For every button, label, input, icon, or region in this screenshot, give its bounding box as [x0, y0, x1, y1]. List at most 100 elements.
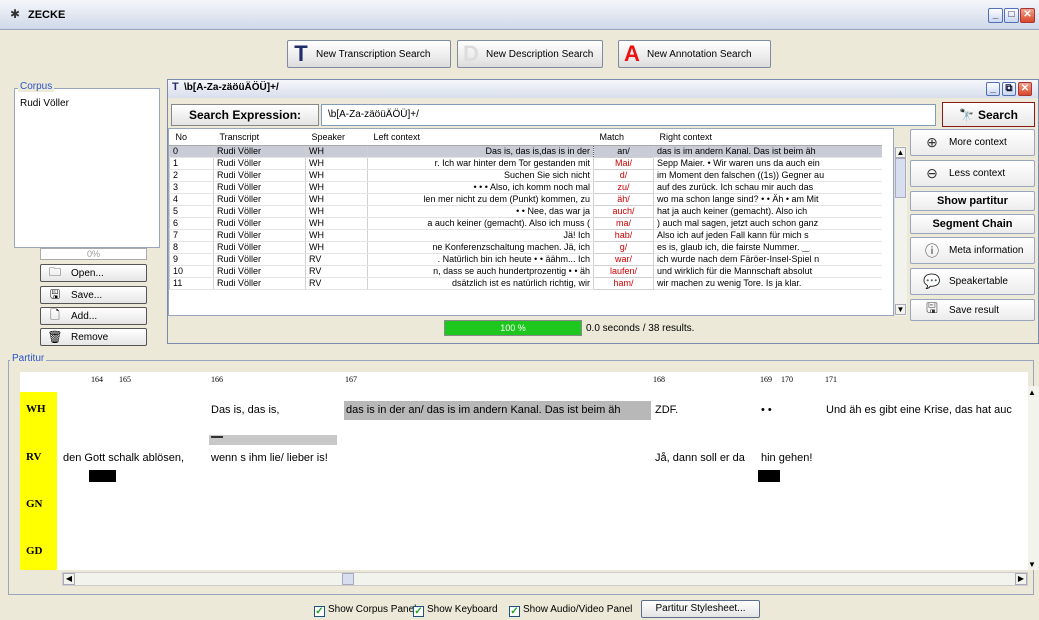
new-annotation-search-button[interactable]: A New Annotation Search [618, 40, 771, 68]
open-button[interactable]: 🗀 Open... [40, 264, 147, 282]
less-context-button[interactable]: ⊖ Less context [910, 160, 1035, 187]
table-row[interactable]: 1 Rudi Völler WH r. Ich war hinter dem Tor … [169, 156, 882, 170]
table-row[interactable]: 5 Rudi Völler WH • • Nee, das war ja auch/ha… [169, 204, 882, 218]
save-result-button[interactable]: 🖫 Save result [910, 299, 1035, 321]
speaker-label-wh[interactable]: WH [26, 403, 46, 415]
table-row[interactable]: 11 Rudi Völler RV dsätzlich ist es natürlic… [169, 276, 882, 290]
table-row[interactable]: 8 Rudi Völler WH ne Konferenzschaltung mach… [169, 240, 882, 254]
cell-no: 1 [169, 157, 214, 170]
scroll-thumb[interactable] [895, 158, 906, 198]
cell-transcript: Rudi Völler [213, 265, 306, 278]
cell-speaker: RV [305, 253, 368, 266]
partitur-segment-highlighted[interactable]: das is in der an/ das is im andern Kanal… [344, 401, 651, 420]
show-av-panel-checkbox[interactable]: ✓ Show Audio/Video Panel [509, 604, 632, 617]
close-icon[interactable]: ✕ [1020, 8, 1035, 23]
table-row[interactable]: 2 Rudi Völler WH Suchen Sie sich nicht d/im … [169, 168, 882, 182]
meta-information-button[interactable]: ⓘ Meta information [910, 237, 1035, 264]
scroll-left-icon[interactable]: ◀ [63, 573, 75, 585]
annotation-mark [211, 436, 223, 438]
show-keyboard-label: Show Keyboard [427, 604, 498, 615]
disk-icon: 🖫 [926, 300, 938, 316]
search-button[interactable]: 🔭 Search [942, 102, 1035, 127]
table-row[interactable]: 4 Rudi Völler WH len mer nicht zu dem (Punk… [169, 192, 882, 206]
scroll-up-icon[interactable]: ▲ [895, 147, 906, 158]
partitur-segment[interactable]: wenn s ihm lie/ lieber is! [211, 452, 328, 464]
cell-no: 0 [169, 145, 214, 158]
checkbox-checked-icon: ✓ [413, 606, 424, 617]
remove-button[interactable]: 🗑 Remove [40, 328, 147, 346]
column-header[interactable]: Match [593, 129, 654, 146]
timeline-tick: 169 [760, 375, 772, 384]
minimize-icon[interactable]: _ [988, 8, 1003, 23]
info-icon: ⓘ [925, 242, 939, 259]
search-minimize-icon[interactable]: _ [986, 82, 1000, 96]
partitur-segment[interactable]: Und äh es gibt eine Krise, das hat auc [826, 404, 1028, 416]
speaker-label-gd[interactable]: GD [26, 545, 43, 557]
partitur-segment[interactable]: ZDF. [655, 404, 678, 416]
table-row[interactable]: 6 Rudi Völler WH a auch keiner (gemacht). A… [169, 216, 882, 230]
partitur-vscrollbar[interactable] [1028, 386, 1039, 570]
scroll-up-icon[interactable]: ▲ [1028, 388, 1036, 397]
cell-left-context: ne Konferenzschaltung machen. Jä, ich [367, 241, 594, 254]
timeline-tick: 166 [211, 375, 223, 384]
scroll-down-icon[interactable]: ▼ [1028, 560, 1036, 569]
segment-chain-button[interactable]: Segment Chain [910, 214, 1035, 234]
more-context-button[interactable]: ⊕ More context [910, 129, 1035, 156]
scroll-down-icon[interactable]: ▼ [895, 304, 906, 315]
new-transcription-search-button[interactable]: T New Transcription Search [287, 40, 451, 68]
annotation-icon: A [624, 41, 640, 66]
save-button[interactable]: 🖫 Save... [40, 286, 147, 304]
cell-speaker: RV [305, 265, 368, 278]
add-button[interactable]: 🗋 Add... [40, 307, 147, 325]
column-header[interactable]: Left context [367, 129, 594, 146]
partitur-hscrollbar[interactable] [62, 572, 1028, 586]
table-row[interactable]: 7 Rudi Völler WH Jä! Ich hab/Also ich auf je… [169, 228, 882, 242]
maximize-icon[interactable]: □ [1004, 8, 1019, 23]
app-icon: ✱ [10, 7, 21, 21]
cell-left-context: n, dass se auch hundertprozentig • • äh [367, 265, 594, 278]
cell-match: war/ [593, 252, 654, 266]
column-header[interactable]: Right context [653, 129, 882, 146]
show-partitur-button[interactable]: Show partitur [910, 191, 1035, 211]
cell-left-context: • • Nee, das war ja [367, 205, 594, 218]
partitur-segment[interactable]: • • [761, 404, 772, 416]
cell-left-context: r. Ich war hinter dem Tor gestanden mit [367, 157, 594, 170]
column-header[interactable]: No [169, 129, 214, 146]
search-expression-input[interactable]: \b[A-Za-zäöüÄÖÜ]+/ [321, 104, 936, 126]
partitur-label: Partitur [10, 353, 47, 364]
hscroll-thumb[interactable] [342, 573, 354, 585]
table-row[interactable]: 3 Rudi Völler WH • • • Also, ich komm noch … [169, 180, 882, 194]
table-row[interactable]: 9 Rudi Völler RV. Natürlich bin ich heute … [169, 252, 882, 266]
table-row[interactable]: 10 Rudi Völler RV n, dass se auch hundertpr… [169, 264, 882, 278]
show-keyboard-checkbox[interactable]: ✓ Show Keyboard [413, 604, 498, 617]
speaker-label-rv[interactable]: RV [26, 451, 42, 463]
timeline-tick: 168 [653, 375, 665, 384]
scroll-right-icon[interactable]: ▶ [1015, 573, 1027, 585]
search-status: 0.0 seconds / 38 results. [586, 323, 695, 334]
table-row[interactable]: 0 Rudi Völler WH Das is, das is,das is in d… [169, 144, 882, 158]
column-header[interactable]: Transcript [213, 129, 306, 146]
partitur-segment[interactable]: Das is, das is, [211, 404, 279, 416]
search-close-icon[interactable]: ✕ [1018, 82, 1032, 96]
partitur-segment[interactable]: den Gott schalk ablösen, [63, 452, 184, 464]
show-corpus-panel-checkbox[interactable]: ✓ Show Corpus Panel [314, 604, 416, 617]
cell-speaker: WH [305, 157, 368, 170]
cell-right-context: wo ma schon lange sind? • • Äh • am Mit [653, 193, 882, 206]
partitur-stylesheet-button[interactable]: Partitur Stylesheet... [641, 600, 760, 618]
partitur-segment[interactable]: Jå, dann soll er da [655, 452, 745, 464]
cell-speaker: RV [305, 277, 368, 290]
new-description-search-label: New Description Search [486, 48, 594, 60]
column-header[interactable]: Speaker [305, 129, 368, 146]
partitur-segment[interactable]: hin gehen! [761, 452, 812, 464]
cell-match: auch/ [593, 204, 654, 218]
cell-speaker: WH [305, 205, 368, 218]
disk-icon: 🖫 [49, 286, 61, 301]
timeline-tick: 165 [119, 375, 131, 384]
corpus-item[interactable]: Rudi Völler [20, 98, 69, 109]
speakertable-button[interactable]: 💬 Speakertable [910, 268, 1035, 295]
cell-no: 3 [169, 181, 214, 194]
new-description-search-button[interactable]: D New Description Search [457, 40, 603, 68]
annotation-block [758, 470, 780, 482]
search-restore-icon[interactable]: ⧉ [1002, 82, 1016, 96]
speaker-label-gn[interactable]: GN [26, 498, 43, 510]
